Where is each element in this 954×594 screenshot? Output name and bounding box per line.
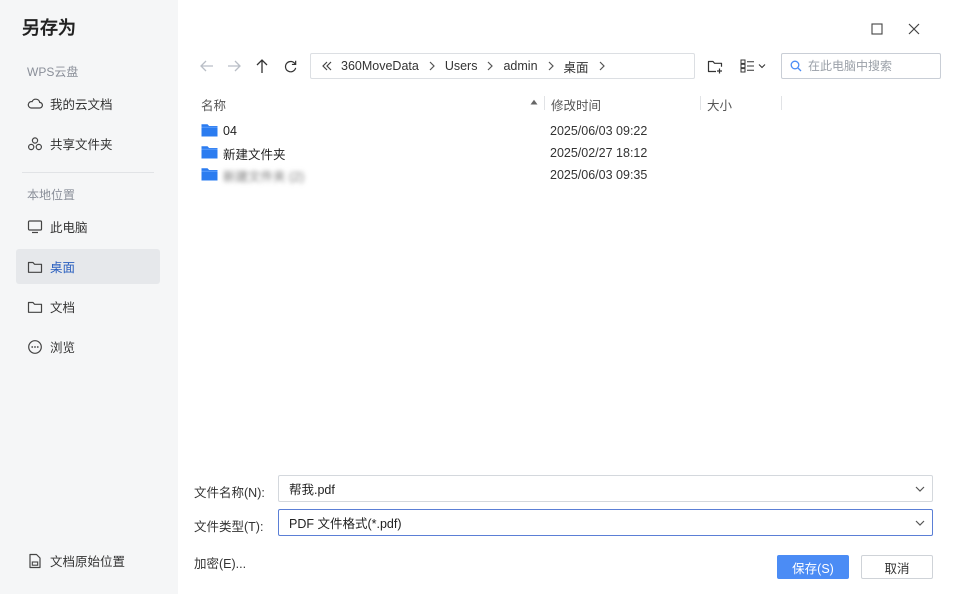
search-box[interactable] bbox=[781, 53, 941, 79]
cancel-button[interactable]: 取消 bbox=[861, 555, 933, 579]
computer-icon bbox=[26, 218, 44, 236]
sidebar-item-label: 共享文件夹 bbox=[50, 138, 113, 152]
breadcrumb-item[interactable]: Users bbox=[445, 59, 478, 73]
cloud-icon bbox=[26, 95, 44, 113]
filename-field[interactable]: 帮我.pdf bbox=[278, 475, 933, 502]
folder-icon bbox=[26, 258, 44, 276]
sidebar-item-label: 浏览 bbox=[50, 341, 76, 355]
file-name: 新建文件夹 bbox=[223, 147, 286, 162]
refresh-button[interactable] bbox=[278, 54, 302, 78]
file-modified: 2025/06/03 09:35 bbox=[550, 168, 648, 182]
breadcrumb-item[interactable]: 360MoveData bbox=[341, 59, 419, 73]
file-row[interactable]: 新建文件夹 (2) 2025/06/03 09:35 bbox=[196, 164, 936, 186]
forward-button[interactable] bbox=[222, 54, 246, 78]
refresh-icon bbox=[284, 60, 296, 72]
share-folder-icon bbox=[26, 135, 44, 153]
sidebar-item-documents[interactable]: 文档 bbox=[16, 289, 160, 324]
cloud-section-label: WPS云盘 bbox=[27, 65, 79, 79]
new-folder-button[interactable] bbox=[703, 54, 727, 78]
sort-ascending-icon bbox=[530, 99, 538, 105]
file-modified: 2025/02/27 18:12 bbox=[550, 146, 648, 160]
file-row[interactable]: 新建文件夹 2025/02/27 18:12 bbox=[196, 142, 936, 164]
breadcrumb-item[interactable]: admin bbox=[503, 59, 537, 73]
sidebar-divider bbox=[22, 172, 154, 173]
sidebar-item-label: 桌面 bbox=[50, 261, 76, 275]
column-divider[interactable] bbox=[781, 96, 782, 110]
folder-icon bbox=[201, 124, 218, 137]
more-icon bbox=[26, 338, 44, 356]
sidebar-item-original-location[interactable]: 文档原始位置 bbox=[16, 543, 160, 578]
arrow-up-icon bbox=[256, 59, 268, 73]
up-button[interactable] bbox=[250, 54, 274, 78]
local-section-label: 本地位置 bbox=[27, 188, 76, 202]
new-folder-icon bbox=[707, 60, 723, 73]
document-icon bbox=[26, 552, 44, 570]
sidebar-item-label: 我的云文档 bbox=[50, 98, 113, 112]
arrow-left-icon bbox=[200, 60, 213, 72]
column-header-modified[interactable]: 修改时间 bbox=[551, 95, 601, 114]
view-mode-button[interactable] bbox=[737, 54, 771, 78]
save-button[interactable]: 保存(S) bbox=[777, 555, 849, 579]
filetype-select[interactable]: PDF 文件格式(*.pdf) bbox=[278, 509, 933, 536]
folder-icon bbox=[201, 146, 218, 159]
sidebar-item-shared-folder[interactable]: 共享文件夹 bbox=[16, 126, 160, 161]
breadcrumb-item[interactable]: 桌面 bbox=[564, 57, 589, 76]
search-icon bbox=[790, 60, 802, 72]
filename-value[interactable]: 帮我.pdf bbox=[289, 479, 335, 498]
column-header-size[interactable]: 大小 bbox=[707, 95, 732, 114]
search-input[interactable] bbox=[808, 59, 933, 73]
maximize-icon bbox=[871, 23, 883, 35]
file-name-redacted: 新建文件夹 (2) bbox=[223, 169, 305, 184]
encrypt-link[interactable]: 加密(E)... bbox=[194, 553, 246, 572]
sidebar: 另存为 WPS云盘 我的云文档 共享文件夹 本地位置 此电脑 桌面 文档 浏览 … bbox=[0, 0, 178, 594]
close-icon bbox=[908, 23, 920, 35]
sidebar-item-this-pc[interactable]: 此电脑 bbox=[16, 209, 160, 244]
sidebar-item-label: 文档原始位置 bbox=[50, 555, 126, 569]
file-row[interactable]: 04 2025/06/03 09:22 bbox=[196, 120, 936, 142]
chevron-right-icon[interactable] bbox=[598, 60, 606, 72]
sidebar-item-desktop[interactable]: 桌面 bbox=[16, 249, 160, 284]
arrow-right-icon bbox=[228, 60, 241, 72]
column-divider[interactable] bbox=[544, 96, 545, 110]
close-button[interactable] bbox=[903, 18, 925, 40]
filetype-label: 文件类型(T): bbox=[194, 520, 264, 534]
view-list-icon bbox=[740, 59, 766, 73]
chevron-right-icon bbox=[486, 60, 494, 72]
chevron-down-icon[interactable] bbox=[914, 517, 926, 529]
column-header-name[interactable]: 名称 bbox=[201, 95, 226, 114]
sidebar-item-my-cloud-docs[interactable]: 我的云文档 bbox=[16, 86, 160, 121]
breadcrumb[interactable]: 360MoveData Users admin 桌面 bbox=[310, 53, 695, 79]
back-button[interactable] bbox=[195, 54, 219, 78]
chevron-right-icon bbox=[428, 60, 436, 72]
file-modified: 2025/06/03 09:22 bbox=[550, 124, 648, 138]
dialog-title: 另存为 bbox=[22, 18, 76, 38]
folder-icon bbox=[26, 298, 44, 316]
filename-label: 文件名称(N): bbox=[194, 486, 265, 500]
folder-icon bbox=[201, 168, 218, 181]
file-name: 04 bbox=[223, 124, 237, 138]
double-chevron-left-icon[interactable] bbox=[321, 60, 333, 72]
chevron-right-icon bbox=[547, 60, 555, 72]
maximize-button[interactable] bbox=[866, 18, 888, 40]
sidebar-item-label: 此电脑 bbox=[50, 221, 88, 235]
sidebar-item-label: 文档 bbox=[50, 301, 76, 315]
filetype-value: PDF 文件格式(*.pdf) bbox=[289, 517, 402, 531]
column-divider[interactable] bbox=[700, 96, 701, 110]
sidebar-item-browse[interactable]: 浏览 bbox=[16, 329, 160, 364]
chevron-down-icon[interactable] bbox=[914, 483, 926, 495]
